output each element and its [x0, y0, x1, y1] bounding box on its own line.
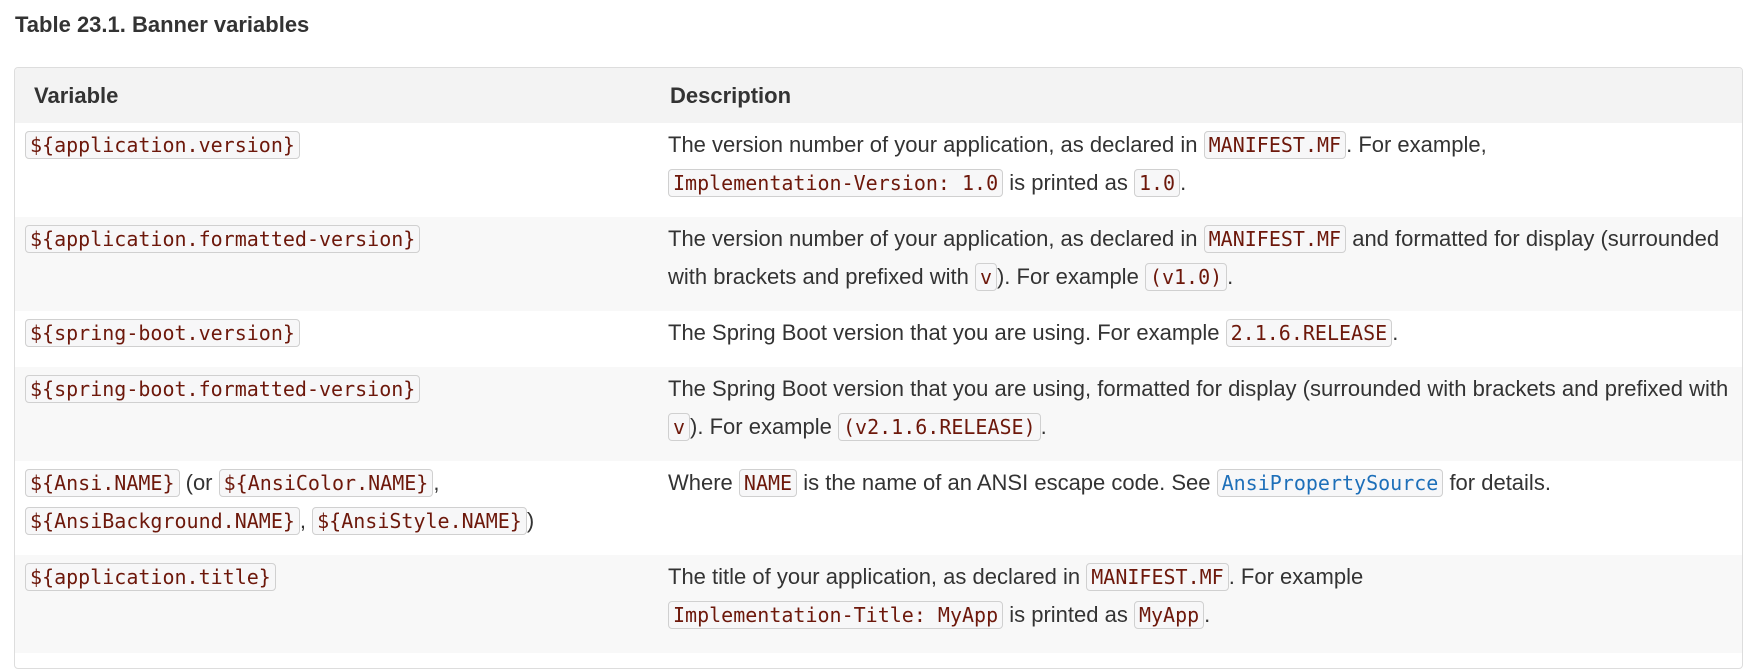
- inline-code: (v1.0): [1144, 263, 1228, 291]
- description-text: is printed as: [1003, 170, 1134, 195]
- description-cell: The Spring Boot version that you are usi…: [664, 311, 1742, 367]
- table-row: ${application.title} The title of your a…: [15, 555, 1742, 653]
- description-cell: Where NAME is the name of an ANSI escape…: [664, 461, 1742, 555]
- variable-code: ${AnsiColor.NAME}: [218, 469, 434, 497]
- inline-code: 2.1.6.RELEASE: [1225, 319, 1393, 347]
- inline-code: MANIFEST.MF: [1086, 563, 1229, 591]
- inline-code: 1.0: [1133, 169, 1181, 197]
- table-row: ${spring-boot.version} The Spring Boot v…: [15, 311, 1742, 367]
- inline-code: MANIFEST.MF: [1203, 225, 1347, 253]
- column-header-description: Description: [664, 68, 1742, 123]
- description-text: The title of your application, as declar…: [668, 564, 1087, 589]
- variable-cell: ${application.version}: [15, 123, 664, 217]
- table-row: ${application.version} The version numbe…: [15, 123, 1742, 217]
- table-caption: Table 23.1. Banner variables: [15, 12, 310, 37]
- description-text: .: [1204, 602, 1211, 627]
- variable-cell: ${application.title}: [15, 555, 664, 653]
- inline-code: Implementation-Title: MyApp: [668, 601, 1004, 629]
- variable-text: ,: [433, 470, 440, 495]
- inline-code: v: [974, 263, 997, 291]
- table-row: ${spring-boot.formatted-version} The Spr…: [15, 367, 1742, 461]
- description-text: ). For example: [996, 264, 1145, 289]
- description-text: is printed as: [1003, 602, 1134, 627]
- inline-code: v: [668, 413, 691, 441]
- description-text: .: [1180, 170, 1187, 195]
- variable-code: ${AnsiStyle.NAME}: [312, 507, 527, 535]
- variable-code: ${application.version}: [25, 131, 300, 159]
- banner-variables-table: Variable Description ${application.versi…: [14, 67, 1743, 669]
- description-text: The version number of your application, …: [668, 132, 1204, 157]
- variable-code: ${spring-boot.formatted-version}: [25, 375, 421, 403]
- description-text: The Spring Boot version that you are usi…: [668, 376, 1729, 401]
- description-text: .: [1040, 414, 1047, 439]
- description-cell: The Spring Boot version that you are usi…: [664, 367, 1742, 461]
- ansi-property-source-link[interactable]: AnsiPropertySource: [1216, 469, 1444, 497]
- description-text: for details.: [1443, 470, 1551, 495]
- variable-cell: ${spring-boot.version}: [15, 311, 664, 367]
- description-text: is the name of an ANSI escape code. See: [797, 470, 1217, 495]
- inline-code: MyApp: [1133, 601, 1205, 629]
- description-text: The version number of your application, …: [668, 226, 1204, 251]
- variable-code: ${AnsiBackground.NAME}: [25, 507, 300, 535]
- description-text: . For example,: [1346, 132, 1487, 157]
- description-cell: The title of your application, as declar…: [664, 555, 1742, 653]
- variable-cell: ${Ansi.NAME} (or ${AnsiColor.NAME}, ${An…: [15, 461, 664, 555]
- table-row: ${application.formatted-version} The ver…: [15, 217, 1742, 311]
- description-text: .: [1392, 320, 1399, 345]
- variable-cell: ${application.formatted-version}: [15, 217, 664, 311]
- variable-text: ,: [299, 508, 313, 533]
- description-text: . For example: [1228, 564, 1364, 589]
- inline-code: Implementation-Version: 1.0: [668, 169, 1004, 197]
- inline-code: (v2.1.6.RELEASE): [837, 413, 1041, 441]
- column-header-variable: Variable: [15, 68, 664, 123]
- variable-code: ${spring-boot.version}: [25, 319, 300, 347]
- description-text: The Spring Boot version that you are usi…: [668, 320, 1226, 345]
- variable-code: ${application.formatted-version}: [25, 225, 421, 253]
- variable-cell: ${spring-boot.formatted-version}: [15, 367, 664, 461]
- description-cell: The version number of your application, …: [664, 217, 1742, 311]
- variable-code: ${Ansi.NAME}: [25, 469, 180, 497]
- variable-text: (or: [179, 470, 219, 495]
- table-header-row: Variable Description: [15, 68, 1742, 123]
- variable-code: ${application.title}: [25, 563, 276, 591]
- description-cell: The version number of your application, …: [664, 123, 1742, 217]
- table-row: ${Ansi.NAME} (or ${AnsiColor.NAME}, ${An…: [15, 461, 1742, 555]
- inline-code: NAME: [738, 469, 798, 497]
- description-text: Where: [668, 470, 739, 495]
- inline-code: MANIFEST.MF: [1203, 131, 1347, 159]
- variable-text: ): [526, 508, 535, 533]
- description-text: .: [1227, 264, 1234, 289]
- description-text: ). For example: [690, 414, 838, 439]
